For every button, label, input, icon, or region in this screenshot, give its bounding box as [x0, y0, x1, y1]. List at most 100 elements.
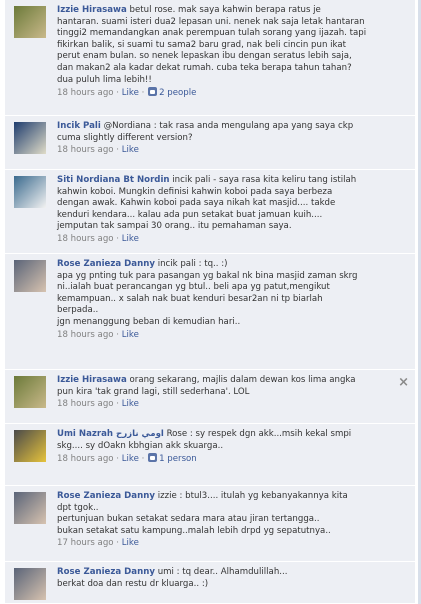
comment-timestamp: 18 hours ago [57, 233, 114, 244]
comment-text-line: dengan awak. Kahwin koboi pada saya nika… [57, 198, 401, 210]
comment-author-link[interactable]: Umi Nazrah اومي نازرح [57, 429, 164, 439]
avatar[interactable] [14, 568, 46, 600]
comment-meta: 18 hours ago · Like · 1 person [57, 453, 197, 465]
avatar[interactable] [14, 430, 46, 462]
comment-body: Rose Zanieza Danny umi : tq dear.. Alham… [57, 567, 401, 590]
comment-meta: 18 hours ago · Like · 2 people [57, 87, 197, 99]
comment-text-line: dan makan2 ala kadar dekat rumah. cuba t… [57, 63, 401, 75]
like-link[interactable]: Like [122, 330, 139, 340]
comment-item: Rose Zanieza Danny incik pali : tq.. :) a… [5, 254, 415, 370]
comment-timestamp: 18 hours ago [57, 329, 114, 340]
comment-text-line: kemampuan.. x salah nak buat kenduri bes… [57, 294, 401, 306]
thumbs-up-icon [148, 87, 158, 97]
comment-text-line: kahwin koboi. Mungkin definisi kahwin ko… [57, 187, 401, 199]
comment-text-line: bukan setakat satu kampung..malah lebih … [57, 526, 401, 538]
comment-text: jgn menanggung beban di kemudian hari.. [57, 316, 241, 327]
comment-text: berpada.. [57, 305, 99, 316]
comment-text: tinggi2 memandangkan anak perempuan tula… [57, 28, 367, 39]
comment-text: apa yg pnting tuk para pasangan yg bakal… [57, 270, 358, 281]
avatar[interactable] [14, 176, 46, 208]
comment-meta: 18 hours ago · Like [57, 329, 139, 340]
comment-item: Izzie Hirasawa orang sekarang, majlis da… [5, 370, 415, 424]
comment-text-line: tinggi2 memandangkan anak perempuan tula… [57, 28, 401, 40]
comment-text-line: Rose Zanieza Danny umi : tq dear.. Alham… [57, 567, 401, 579]
comment-feed: Izzie Hirasawa betul rose. mak saya kahw… [0, 0, 421, 604]
like-link[interactable]: Like [122, 234, 139, 244]
comment-item: Rose Zanieza Danny umi : tq dear.. Alham… [5, 562, 415, 604]
comment-text: kenduri kendara... kalau ada pun setakat… [57, 209, 323, 220]
avatar[interactable] [14, 6, 46, 38]
comment-text: dan makan2 ala kadar dekat rumah. cuba t… [57, 62, 352, 73]
comment-text: izzie : btul3.... itulah yg kebanyakanny… [157, 491, 348, 501]
comment-text: kemampuan.. x salah nak buat kenduri bes… [57, 293, 323, 304]
comment-text: kahwin koboi. Mungkin definisi kahwin ko… [57, 186, 333, 197]
comment-text: fikirkan balik, si suami tu sama2 baru g… [57, 39, 346, 50]
comment-text: hantaran. suami isteri dua2 lepasan uni.… [57, 16, 365, 27]
avatar[interactable] [14, 376, 46, 408]
comment-author-link[interactable]: Rose Zanieza Danny [57, 259, 155, 269]
comment-text-line: dpt tgok.. [57, 503, 401, 515]
like-count-link[interactable]: 2 people [159, 88, 196, 98]
comment-text: bukan setakat satu kampung..malah lebih … [57, 525, 331, 536]
comment-meta: 17 hours ago · Like [57, 538, 139, 549]
comment-text-line: apa yg pnting tuk para pasangan yg bakal… [57, 271, 401, 283]
comment-author-link[interactable]: Izzie Hirasawa [57, 5, 127, 15]
comment-timestamp: 18 hours ago [57, 454, 114, 465]
comment-timestamp: 17 hours ago [57, 538, 114, 549]
comment-text-line: perut enam bulan. so nenek lepaskan ibu … [57, 51, 401, 63]
comment-body: Rose Zanieza Danny incik pali : tq.. :) a… [57, 259, 401, 341]
like-link[interactable]: Like [122, 538, 139, 548]
comment-body: Incik Pali @Nordiana : tak rasa anda men… [57, 121, 401, 157]
comment-text-line: skg.... sy dOakn kbhgian akk skuarga.. [57, 441, 401, 453]
comment-body: Umi Nazrah اومي نازرح Rose : sy respek d… [57, 429, 401, 466]
comment-text-line: Izzie Hirasawa orang sekarang, majlis da… [57, 375, 401, 387]
comment-text: pun kira 'tak grand lagi, still sederhan… [57, 386, 250, 397]
like-link[interactable]: Like [122, 454, 139, 464]
comment-text: orang sekarang, majlis dalam dewan kos l… [129, 375, 356, 385]
comment-text-line: dua puluh lima lebih!! [57, 75, 401, 87]
close-icon[interactable]: × [398, 376, 409, 389]
comment-text-line: berkat doa dan restu dr kluarga.. :) [57, 579, 401, 591]
avatar[interactable] [14, 122, 46, 154]
comment-text-line: Rose Zanieza Danny izzie : btul3.... itu… [57, 491, 401, 503]
comment-body: Siti Nordiana Bt Nordin incik pali - say… [57, 175, 401, 246]
comment-text-line: jgn menanggung beban di kemudian hari.. [57, 317, 401, 329]
comment-author-link[interactable]: Rose Zanieza Danny [57, 567, 155, 577]
comment-text: incik pali - saya rasa kita keliru tang … [172, 175, 357, 185]
comment-author-link[interactable]: Siti Nordiana Bt Nordin [57, 175, 170, 185]
comment-text: betul rose. mak saya kahwin berapa ratus… [129, 5, 321, 15]
like-link[interactable]: Like [122, 399, 139, 409]
avatar[interactable] [14, 260, 46, 292]
comment-text-line: Rose Zanieza Danny incik pali : tq.. :) [57, 259, 401, 271]
comment-author-link[interactable]: Izzie Hirasawa [57, 375, 127, 385]
comment-text-line: Siti Nordiana Bt Nordin incik pali - say… [57, 175, 401, 187]
like-count-link[interactable]: 1 person [159, 454, 197, 464]
comment-text: incik pali : tq.. :) [157, 259, 228, 269]
comment-timestamp: 18 hours ago [57, 145, 114, 156]
comment-item: Rose Zanieza Danny izzie : btul3.... itu… [5, 486, 415, 562]
comment-text-line: kenduri kendara... kalau ada pun setakat… [57, 210, 401, 222]
comment-text-line: Incik Pali @Nordiana : tak rasa anda men… [57, 121, 401, 133]
comment-text-line: fikirkan balik, si suami tu sama2 baru g… [57, 40, 401, 52]
comment-body: Izzie Hirasawa betul rose. mak saya kahw… [57, 5, 401, 100]
comment-author-link[interactable]: Incik Pali [57, 121, 101, 131]
like-link[interactable]: Like [122, 88, 139, 98]
comment-text: berkat doa dan restu dr kluarga.. :) [57, 578, 209, 589]
comment-author-link[interactable]: Rose Zanieza Danny [57, 491, 155, 501]
comment-text: cuma slightly different version? [57, 132, 193, 143]
comment-meta: 18 hours ago · Like [57, 399, 139, 410]
like-link[interactable]: Like [122, 145, 139, 155]
comment-text-line: hantaran. suami isteri dua2 lepasan uni.… [57, 17, 401, 29]
comment-text: Rose : sy respek dgn akk...msih kekal sm… [166, 429, 352, 439]
comment-body: Rose Zanieza Danny izzie : btul3.... itu… [57, 491, 401, 550]
comment-text: ni..ialah buat perancangan yg btul.. bel… [57, 282, 330, 293]
comment-timestamp: 18 hours ago [57, 399, 114, 410]
comment-item: Siti Nordiana Bt Nordin incik pali - say… [5, 170, 415, 254]
comment-text-line: cuma slightly different version? [57, 133, 401, 145]
comment-text-line: pun kira 'tak grand lagi, still sederhan… [57, 387, 401, 399]
comment-text: dengan awak. Kahwin koboi pada saya nika… [57, 198, 336, 209]
comment-text-line: Umi Nazrah اومي نازرح Rose : sy respek d… [57, 429, 401, 441]
avatar[interactable] [14, 492, 46, 524]
comment-item: Umi Nazrah اومي نازرح Rose : sy respek d… [5, 424, 415, 486]
comment-text: perut enam bulan. so nenek lepaskan ibu … [57, 51, 352, 62]
